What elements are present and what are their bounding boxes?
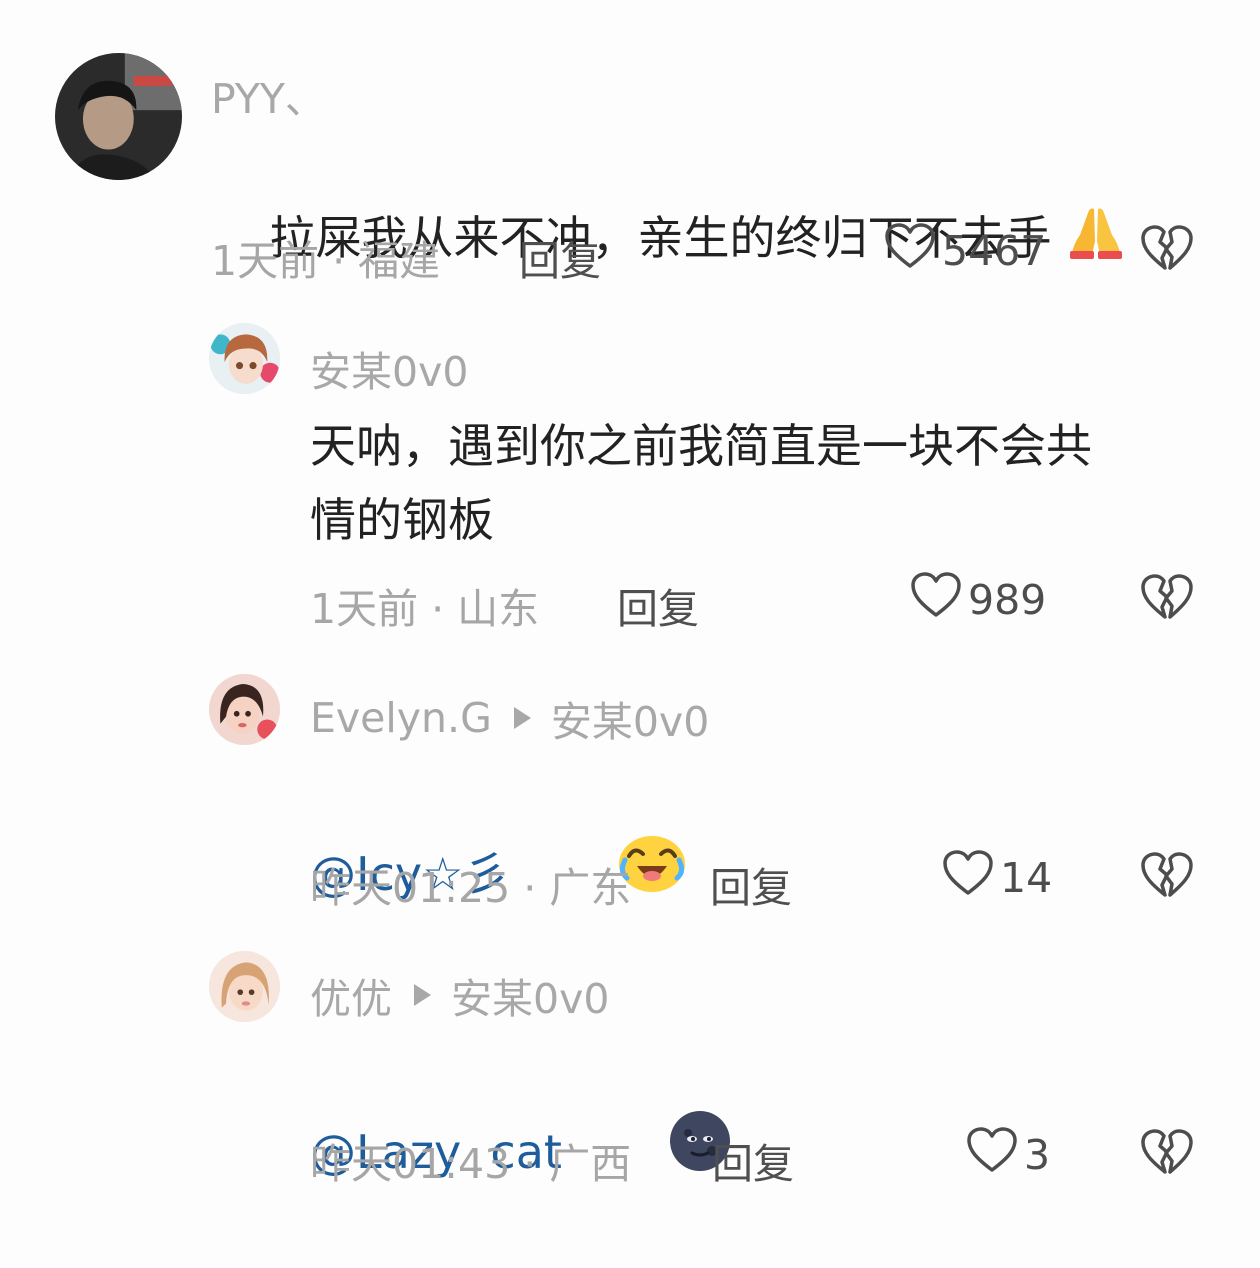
comment-username[interactable]: Evelyn.G	[310, 694, 492, 742]
reply-item: 安某0v0 天呐，遇到你之前我简直是一块不会共 情的钢板 1天前 · 山东 回复…	[0, 300, 1260, 650]
praying-hands-emoji	[1066, 201, 1126, 282]
reply-to-username[interactable]: 安某0v0	[451, 965, 609, 1025]
comment-username[interactable]: PYY、	[211, 65, 326, 125]
like-button[interactable]: 5467	[884, 222, 1046, 280]
like-count: 5467	[942, 227, 1047, 275]
dislike-button[interactable]	[1140, 222, 1194, 274]
avatar[interactable]	[209, 674, 280, 745]
reply-button[interactable]: 回复	[519, 227, 601, 287]
comment-text: 天呐，遇到你之前我简直是一块不会共 情的钢板	[310, 419, 1092, 547]
reply-item: Evelyn.G 安某0v0 @Icy☆彡 昨天01:25 · 广东 回复 14	[0, 650, 1260, 940]
reply-button[interactable]: 回复	[710, 854, 792, 914]
reply-arrow-icon	[414, 984, 431, 1006]
reply-arrow-icon	[513, 707, 531, 729]
reply-item: 优优 安某0v0 @Lazy cat 昨天01:43 · 广西 回复 3	[0, 940, 1260, 1223]
comment-item: PYY、 拉屎我从来不冲，亲生的终归下不去手 1天前 · 福建 回复 5467	[0, 0, 1260, 300]
dislike-button[interactable]	[1140, 571, 1194, 623]
heart-outline-icon	[884, 222, 936, 280]
comment-time-location: 昨天01:25 · 广东	[310, 864, 632, 912]
dislike-button[interactable]	[1140, 849, 1194, 901]
comment-time-location: 1天前 · 福建	[211, 237, 441, 285]
broken-heart-icon	[1140, 571, 1194, 623]
dislike-button[interactable]	[1140, 1126, 1194, 1178]
broken-heart-icon	[1140, 222, 1194, 274]
like-count: 3	[1024, 1131, 1051, 1179]
broken-heart-icon	[1140, 849, 1194, 901]
like-count: 989	[968, 576, 1047, 624]
like-button[interactable]: 14	[942, 849, 1052, 907]
heart-outline-icon	[966, 1126, 1018, 1184]
like-button[interactable]: 3	[966, 1126, 1050, 1184]
reply-to-username[interactable]: 安某0v0	[551, 688, 709, 748]
reply-header: 优优 安某0v0	[310, 965, 609, 1025]
avatar[interactable]	[55, 53, 182, 180]
reply-header: Evelyn.G 安某0v0	[310, 688, 709, 748]
avatar[interactable]	[209, 323, 280, 394]
comment-username[interactable]: 优优	[310, 965, 392, 1025]
avatar[interactable]	[209, 951, 280, 1022]
comment-time-location: 1天前 · 山东	[310, 585, 540, 633]
reply-button[interactable]: 回复	[617, 575, 699, 635]
reply-button[interactable]: 回复	[712, 1130, 794, 1190]
broken-heart-icon	[1140, 1126, 1194, 1178]
heart-outline-icon	[910, 571, 962, 629]
like-button[interactable]: 989	[910, 571, 1046, 629]
comment-time-location: 昨天01:43 · 广西	[310, 1140, 632, 1188]
comment-username[interactable]: 安某0v0	[310, 338, 468, 398]
heart-outline-icon	[942, 849, 994, 907]
like-count: 14	[1000, 854, 1053, 902]
